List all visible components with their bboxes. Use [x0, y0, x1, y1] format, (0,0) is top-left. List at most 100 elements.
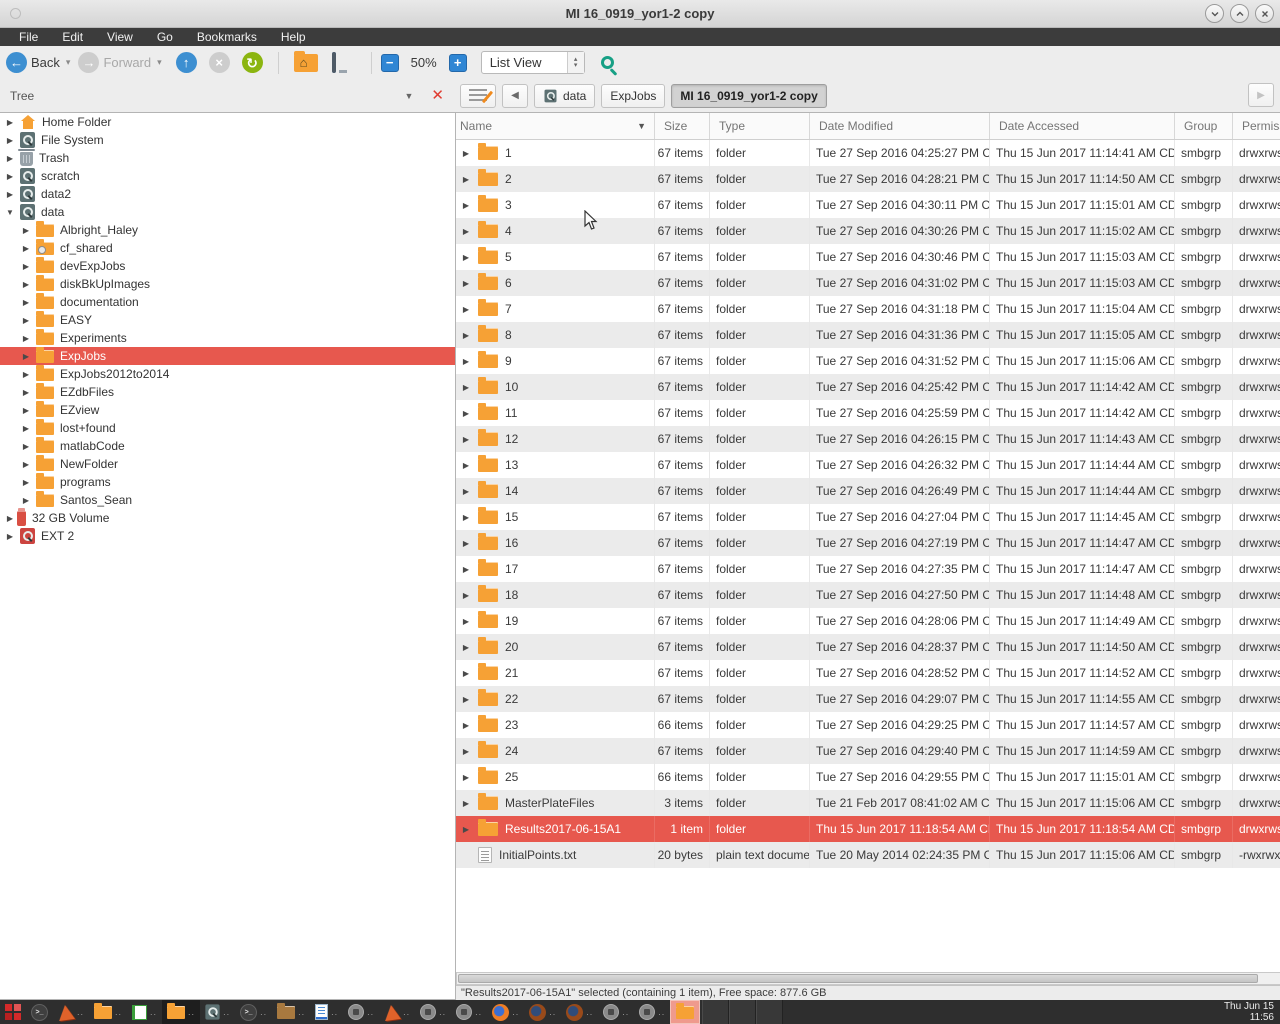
expander-icon[interactable]: ▶	[21, 298, 31, 307]
file-row-8[interactable]: ▶8 67 items folder Tue 27 Sep 2016 04:31…	[456, 322, 1280, 348]
expander-icon[interactable]: ▶	[21, 280, 31, 289]
search-icon[interactable]	[601, 56, 614, 69]
taskbar-button-drive[interactable]: ..	[200, 1000, 235, 1024]
chevron-down-icon[interactable]: ▼	[405, 91, 414, 101]
taskbar-button-firefox-dark[interactable]: ..	[524, 1000, 561, 1024]
file-row-19[interactable]: ▶19 67 items folder Tue 27 Sep 2016 04:2…	[456, 608, 1280, 634]
pathbar-crumb-expjobs[interactable]: ExpJobs	[601, 84, 665, 108]
expander-icon[interactable]: ▶	[460, 253, 472, 262]
expander-icon[interactable]: ▶	[460, 175, 472, 184]
expander-icon[interactable]: ▶	[460, 799, 472, 808]
tree-item-documentation[interactable]: ▶ documentation	[0, 293, 455, 311]
expander-icon[interactable]: ▶	[460, 539, 472, 548]
expander-icon[interactable]: ▶	[21, 370, 31, 379]
tree-item-home-folder[interactable]: ▶ Home Folder	[0, 113, 455, 131]
file-row-16[interactable]: ▶16 67 items folder Tue 27 Sep 2016 04:2…	[456, 530, 1280, 556]
maximize-button[interactable]	[1230, 4, 1249, 23]
zoom-out-button[interactable]: −	[381, 54, 399, 72]
taskbar-button-app-gray[interactable]: ..	[634, 1000, 670, 1024]
file-row-13[interactable]: ▶13 67 items folder Tue 27 Sep 2016 04:2…	[456, 452, 1280, 478]
tree-item-programs[interactable]: ▶ programs	[0, 473, 455, 491]
expander-icon[interactable]: ▶	[460, 305, 472, 314]
file-row-11[interactable]: ▶11 67 items folder Tue 27 Sep 2016 04:2…	[456, 400, 1280, 426]
expander-icon[interactable]: ▶	[460, 201, 472, 210]
expander-icon[interactable]: ▶	[460, 617, 472, 626]
expander-icon[interactable]: ▶	[460, 825, 472, 834]
refresh-button[interactable]: ↻	[242, 52, 263, 73]
horizontal-scrollbar[interactable]	[456, 972, 1280, 985]
taskbar-button-app-gray[interactable]: ..	[598, 1000, 634, 1024]
tree-item-devexpjobs[interactable]: ▶ devExpJobs	[0, 257, 455, 275]
forward-button[interactable]: → Forward ▾	[78, 52, 161, 73]
expander-icon[interactable]: ▶	[21, 262, 31, 271]
desktop-button[interactable]	[332, 54, 354, 71]
expander-icon[interactable]: ▶	[460, 721, 472, 730]
back-button[interactable]: ← Back ▾	[6, 52, 70, 73]
file-row-masterplatefiles[interactable]: ▶MasterPlateFiles 3 items folder Tue 21 …	[456, 790, 1280, 816]
workspace-cell[interactable]	[756, 1000, 783, 1024]
expander-icon[interactable]: ▶	[21, 316, 31, 325]
column-header-name[interactable]: Name ▼	[456, 113, 655, 139]
path-scroll-left-button[interactable]: ◀	[502, 84, 528, 108]
taskbar-button-folder[interactable]: ..	[89, 1000, 127, 1024]
expander-icon[interactable]: ▶	[21, 334, 31, 343]
file-row-3[interactable]: ▶3 67 items folder Tue 27 Sep 2016 04:30…	[456, 192, 1280, 218]
file-row-12[interactable]: ▶12 67 items folder Tue 27 Sep 2016 04:2…	[456, 426, 1280, 452]
close-button[interactable]	[1255, 4, 1274, 23]
tree-item-data[interactable]: ▼ data	[0, 203, 455, 221]
file-row-1[interactable]: ▶1 67 items folder Tue 27 Sep 2016 04:25…	[456, 140, 1280, 166]
taskbar-button-terminal[interactable]: >_ ..	[235, 1000, 272, 1024]
titlebar[interactable]: MI 16_0919_yor1-2 copy	[0, 0, 1280, 28]
expander-icon[interactable]: ▶	[460, 461, 472, 470]
taskbar-button-folder[interactable]: ..	[162, 1000, 200, 1024]
taskbar-button-app-gray[interactable]: ..	[451, 1000, 487, 1024]
file-row-18[interactable]: ▶18 67 items folder Tue 27 Sep 2016 04:2…	[456, 582, 1280, 608]
file-row-5[interactable]: ▶5 67 items folder Tue 27 Sep 2016 04:30…	[456, 244, 1280, 270]
expander-icon[interactable]: ▶	[460, 435, 472, 444]
expander-icon[interactable]: ▶	[21, 244, 31, 253]
expander-icon[interactable]: ▶	[460, 383, 472, 392]
file-row-7[interactable]: ▶7 67 items folder Tue 27 Sep 2016 04:31…	[456, 296, 1280, 322]
taskbar-button-firefox[interactable]: ..	[487, 1000, 524, 1024]
expander-icon[interactable]: ▶	[460, 357, 472, 366]
tree-item-cf-shared[interactable]: ▶ cf_shared	[0, 239, 455, 257]
taskbar-button-document[interactable]: ..	[310, 1000, 343, 1024]
chevron-down-icon[interactable]: ▾	[66, 57, 71, 68]
expander-icon[interactable]: ▶	[21, 406, 31, 415]
expander-icon[interactable]: ▶	[460, 279, 472, 288]
workspace-pager[interactable]	[702, 1000, 783, 1024]
file-row-initialpoints-txt[interactable]: InitialPoints.txt 20 bytes plain text do…	[456, 842, 1280, 868]
column-header-size[interactable]: Size	[655, 113, 710, 139]
pathbar-crumb-data[interactable]: data	[534, 84, 595, 108]
tree-item-santos-sean[interactable]: ▶ Santos_Sean	[0, 491, 455, 509]
expander-icon[interactable]: ▶	[5, 172, 15, 181]
stop-button[interactable]: ×	[209, 52, 230, 73]
menu-file[interactable]: File	[8, 29, 49, 45]
file-row-15[interactable]: ▶15 67 items folder Tue 27 Sep 2016 04:2…	[456, 504, 1280, 530]
tree-item-matlabcode[interactable]: ▶ matlabCode	[0, 437, 455, 455]
taskbar-button-folder-brown[interactable]: ..	[272, 1000, 310, 1024]
tree-item-ezdbfiles[interactable]: ▶ EZdbFiles	[0, 383, 455, 401]
taskbar-button-matlab[interactable]: ..	[379, 1000, 415, 1024]
expander-icon[interactable]: ▶	[5, 532, 15, 541]
home-button[interactable]: ⌂	[294, 54, 318, 72]
taskbar-button-app-gray[interactable]: ..	[343, 1000, 379, 1024]
file-row-2[interactable]: ▶2 67 items folder Tue 27 Sep 2016 04:28…	[456, 166, 1280, 192]
expander-icon[interactable]: ▶	[21, 496, 31, 505]
pathbar-crumb-mi-16-0919-yor1-2-copy[interactable]: MI 16_0919_yor1-2 copy	[671, 84, 826, 108]
tree-item-file-system[interactable]: ▶ File System	[0, 131, 455, 149]
tree-item-albright-haley[interactable]: ▶ Albright_Haley	[0, 221, 455, 239]
expander-icon[interactable]: ▶	[460, 747, 472, 756]
tree-item-ext-2[interactable]: ▶ EXT 2	[0, 527, 455, 545]
column-header-group[interactable]: Group	[1175, 113, 1233, 139]
file-row-6[interactable]: ▶6 67 items folder Tue 27 Sep 2016 04:31…	[456, 270, 1280, 296]
scrollbar-thumb[interactable]	[458, 974, 1258, 983]
expander-icon[interactable]: ▶	[5, 514, 15, 523]
taskbar-button-firefox-dark[interactable]: ..	[561, 1000, 598, 1024]
expander-icon[interactable]: ▶	[460, 487, 472, 496]
taskbar-button-matlab[interactable]: ..	[53, 1000, 89, 1024]
tree-item-expjobs[interactable]: ▶ ExpJobs	[0, 347, 455, 365]
tree-item-scratch[interactable]: ▶ scratch	[0, 167, 455, 185]
file-row-24[interactable]: ▶24 67 items folder Tue 27 Sep 2016 04:2…	[456, 738, 1280, 764]
expander-icon[interactable]: ▶	[460, 591, 472, 600]
